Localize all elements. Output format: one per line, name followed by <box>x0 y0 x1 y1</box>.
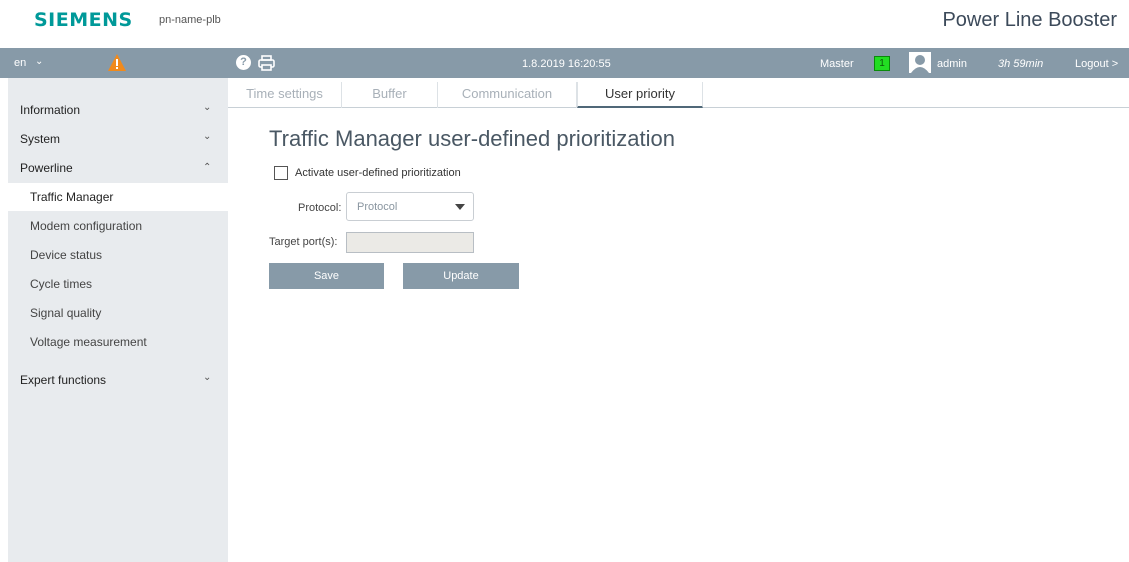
user-name: admin <box>937 58 967 70</box>
target-port-label: Target port(s): <box>269 236 338 248</box>
sidebar-section-system[interactable]: System ⌄ <box>8 125 228 153</box>
help-icon[interactable]: ? <box>236 55 251 70</box>
protocol-label: Protocol: <box>298 202 342 214</box>
language-selector[interactable]: en <box>14 57 26 69</box>
tab-user-priority[interactable]: User priority <box>577 82 703 108</box>
sidebar-item-voltage-measurement[interactable]: Voltage measurement <box>8 328 228 356</box>
print-icon[interactable] <box>258 55 275 71</box>
tab-bar: Time settings Buffer Communication User … <box>228 82 1129 108</box>
chevron-down-icon[interactable]: ⌄ <box>35 56 43 67</box>
sidebar: Information ⌄ System ⌄ Powerline ⌃ Traff… <box>8 78 228 562</box>
sidebar-item-label: Traffic Manager <box>30 190 114 204</box>
chevron-down-icon: ⌄ <box>203 372 212 383</box>
protocol-select[interactable]: Protocol <box>346 192 474 221</box>
product-title: Power Line Booster <box>942 9 1117 31</box>
chevron-down-icon: ⌄ <box>203 102 212 113</box>
sidebar-item-label: Cycle times <box>30 277 93 291</box>
target-port-input[interactable] <box>346 232 474 253</box>
sidebar-item-label: Device status <box>30 248 103 262</box>
sidebar-item-traffic-manager[interactable]: Traffic Manager <box>8 183 228 211</box>
tab-buffer[interactable]: Buffer <box>342 82 438 108</box>
sidebar-section-label: Information <box>20 103 81 117</box>
sidebar-item-modem-configuration[interactable]: Modem configuration <box>8 212 228 240</box>
sidebar-item-label: Voltage measurement <box>30 335 147 349</box>
sidebar-item-signal-quality[interactable]: Signal quality <box>8 299 228 327</box>
sidebar-section-information[interactable]: Information ⌄ <box>8 96 228 124</box>
activate-prioritization-checkbox[interactable] <box>274 166 288 180</box>
siemens-logo: SIEMENS <box>34 9 133 31</box>
master-label: Master <box>820 58 854 70</box>
sidebar-item-device-status[interactable]: Device status <box>8 241 228 269</box>
device-name: pn-name-plb <box>159 14 221 26</box>
session-time: 3h 59min <box>998 58 1044 70</box>
update-button[interactable]: Update <box>403 263 519 289</box>
sidebar-section-powerline[interactable]: Powerline ⌃ <box>8 154 228 182</box>
activate-prioritization-label: Activate user-defined prioritization <box>295 167 461 179</box>
tab-time-settings[interactable]: Time settings <box>228 82 342 108</box>
sidebar-section-label: Powerline <box>20 161 73 175</box>
user-icon <box>909 52 931 73</box>
save-button[interactable]: Save <box>269 263 384 289</box>
sidebar-item-label: Signal quality <box>30 306 102 320</box>
page-title: Traffic Manager user-defined prioritizat… <box>269 126 675 151</box>
sidebar-section-expert-functions[interactable]: Expert functions ⌄ <box>8 366 228 394</box>
header: SIEMENS pn-name-plb Power Line Booster <box>0 0 1129 48</box>
chevron-down-icon: ⌄ <box>203 131 212 142</box>
tab-communication[interactable]: Communication <box>438 82 577 108</box>
sidebar-section-label: Expert functions <box>20 373 107 387</box>
sidebar-item-label: Modem configuration <box>30 219 143 233</box>
datetime: 1.8.2019 16:20:55 <box>522 58 611 70</box>
sidebar-section-label: System <box>20 132 61 146</box>
master-indicator: 1 <box>874 56 890 71</box>
warning-icon[interactable] <box>107 53 127 72</box>
caret-down-icon <box>455 204 465 210</box>
chevron-up-icon: ⌃ <box>203 162 212 173</box>
logout-link[interactable]: Logout > <box>1075 58 1118 70</box>
sidebar-item-cycle-times[interactable]: Cycle times <box>8 270 228 298</box>
toolbar: en ⌄ ? 1.8.2019 16:20:55 Master 1 admin … <box>0 48 1129 78</box>
protocol-select-value: Protocol <box>357 201 398 213</box>
